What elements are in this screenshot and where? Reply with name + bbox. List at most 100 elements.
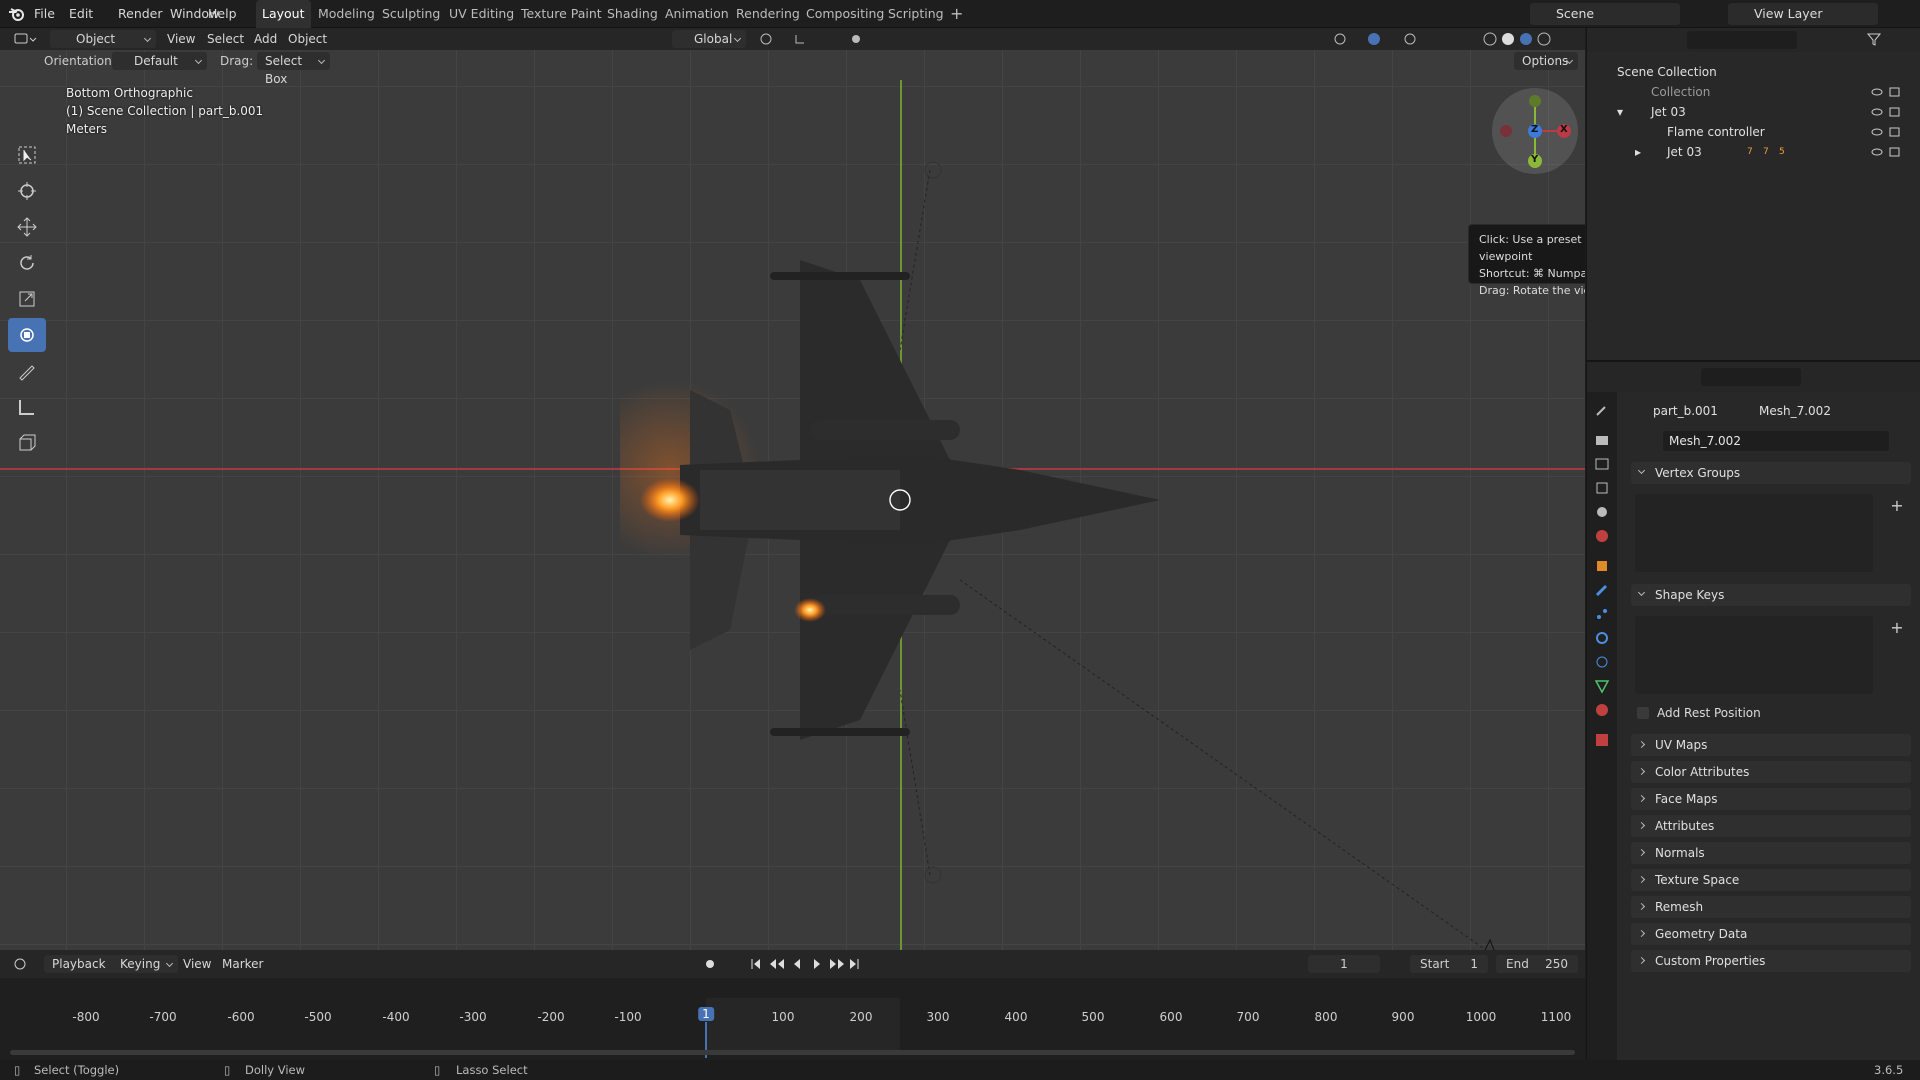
add-cube-tool-icon[interactable] [8,426,46,460]
add-vertex-group-button[interactable]: + [1887,496,1907,516]
mesh-name-field[interactable]: Mesh_7.002 [1663,431,1889,451]
measure-tool-icon[interactable] [8,390,46,424]
vertex-groups-list[interactable] [1635,494,1873,572]
cursor-tool-icon[interactable] [8,174,46,208]
navigation-gizmo[interactable]: X Y Z [1492,88,1578,174]
panel-color-attributes[interactable]: Color Attributes [1631,761,1911,783]
panel-shape-keys[interactable]: Shape Keys [1631,584,1911,606]
panel-vertex-groups[interactable]: Vertex Groups [1631,462,1911,484]
tab-modeling[interactable]: Modeling [312,0,381,28]
rotate-tool-icon[interactable] [8,246,46,280]
mouse-left-icon: ▯ [14,1063,21,1077]
physics-tab-icon[interactable] [1594,630,1610,646]
object-tab-icon[interactable] [1594,558,1610,574]
panel-custom-properties[interactable]: Custom Properties [1631,950,1911,972]
tab-layout[interactable]: Layout [256,0,311,28]
output-tab-icon[interactable] [1594,456,1610,472]
add-workspace-button[interactable]: + [944,0,969,28]
annotate-tool-icon[interactable] [8,354,46,388]
mesh-data-tab-icon[interactable] [1594,678,1610,694]
timeline-scrollbar[interactable] [10,1050,1575,1055]
orientation-value: Default [134,54,178,68]
panel-texture-space[interactable]: Texture Space [1631,869,1911,891]
properties-search-field[interactable] [1701,368,1801,386]
outliner-scene-collection[interactable]: Scene Collection [1587,62,1920,82]
move-tool-icon[interactable] [8,210,46,244]
view-layer-selector[interactable]: View Layer [1728,3,1878,25]
particles-tab-icon[interactable] [1594,606,1610,622]
modifier-tab-icon[interactable] [1594,582,1610,598]
world-tab-icon[interactable] [1594,528,1610,544]
timeline-editor-type-icon[interactable] [12,955,38,973]
transform-tool-icon[interactable] [8,318,46,352]
menu-file[interactable]: File [34,6,55,21]
panel-remesh[interactable]: Remesh [1631,896,1911,918]
ruler-label: -400 [382,1010,410,1024]
timeline-view-menu[interactable]: View [183,955,211,973]
visibility-eye-icons[interactable] [1857,86,1907,166]
panel-attributes[interactable]: Attributes [1631,815,1911,837]
viewport-shading-icons[interactable] [1330,30,1570,48]
orientation-label: Orientation: [44,54,116,68]
menu-edit[interactable]: Edit [69,6,93,21]
drag-dropdown[interactable]: Select Box [257,52,330,86]
blender-logo-icon[interactable] [8,5,26,23]
outliner-search-field[interactable] [1687,31,1797,49]
constraints-tab-icon[interactable] [1594,654,1610,670]
panel-geometry-data[interactable]: Geometry Data [1631,923,1911,945]
panel-face-maps[interactable]: Face Maps [1631,788,1911,810]
keying-menu[interactable]: Keying [112,955,179,973]
tab-sculpting[interactable]: Sculpting [376,0,446,28]
current-frame-field[interactable]: 1 [1308,955,1380,973]
scene-selector[interactable]: Scene [1530,3,1680,25]
3d-viewport[interactable]: Bottom Orthographic (1) Scene Collection… [0,50,1585,950]
panel-normals[interactable]: Normals [1631,842,1911,864]
end-label: End [1506,957,1529,971]
tab-texture-paint[interactable]: Texture Paint [515,0,608,28]
view-layer-tab-icon[interactable] [1594,480,1610,496]
shape-keys-list[interactable] [1635,616,1873,694]
child-count-2: 7 [1763,147,1769,157]
tab-compositing[interactable]: Compositing [800,0,890,28]
light-helper-lines [900,161,1495,950]
orientation-dropdown[interactable]: Default [112,52,207,70]
select-tool-icon[interactable] [8,138,46,172]
end-frame-field[interactable]: End 250 [1496,955,1578,973]
tool-tab-icon[interactable] [1594,402,1610,418]
menu-select[interactable]: Select [207,30,244,48]
expand-toggle[interactable]: ▸ [1635,142,1641,162]
filter-icon[interactable] [1867,32,1881,46]
menu-help[interactable]: Help [208,6,237,21]
tab-scripting[interactable]: Scripting [882,0,950,28]
texture-tab-icon[interactable] [1594,732,1610,748]
properties-breadcrumb: part_b.001 Mesh_7.002 [1631,404,1911,424]
panel-uv-maps[interactable]: UV Maps [1631,734,1911,756]
tab-rendering[interactable]: Rendering [730,0,806,28]
add-shape-key-button[interactable]: + [1887,618,1907,638]
expand-toggle[interactable]: ▾ [1617,102,1623,122]
menu-render[interactable]: Render [118,6,163,21]
start-frame-field[interactable]: Start 1 [1410,955,1488,973]
material-tab-icon[interactable] [1594,702,1610,718]
menu-add[interactable]: Add [254,30,277,48]
editor-type-icon[interactable] [12,30,38,48]
render-tab-icon[interactable] [1594,432,1610,448]
tooltip-line2: Shortcut: ⌘ Numpad 1 [1479,267,1585,280]
marker-menu[interactable]: Marker [222,955,263,973]
menu-object[interactable]: Object [288,30,327,48]
scale-tool-icon[interactable] [8,282,46,316]
menu-view[interactable]: View [167,30,195,48]
tab-uv-editing[interactable]: UV Editing [443,0,520,28]
snap-proportional-icons[interactable] [756,30,886,48]
options-dropdown[interactable]: Options [1514,52,1578,70]
scene-tab-icon[interactable] [1594,504,1610,520]
timeline-ruler[interactable]: -800 -700 -600 -500 -400 -300 -200 -100 … [0,978,1585,1058]
tab-shading[interactable]: Shading [601,0,664,28]
transform-orientation-dropdown[interactable]: Global [672,30,746,48]
playback-controls[interactable] [702,956,862,972]
playhead-frame-label[interactable]: 1 [698,1007,714,1021]
collection-label: Collection [1651,85,1711,99]
add-rest-position-checkbox[interactable]: Add Rest Position [1637,704,1761,722]
tab-animation[interactable]: Animation [659,0,735,28]
mode-dropdown[interactable]: Object Mode [50,30,156,64]
